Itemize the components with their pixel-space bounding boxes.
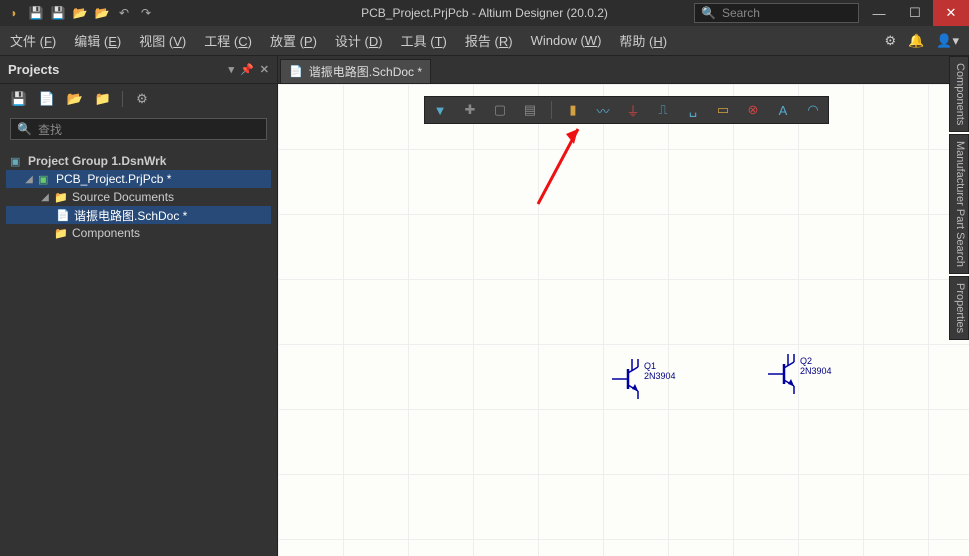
menu-file[interactable]: 文件 (F) xyxy=(10,31,56,50)
selection-icon[interactable]: ▢ xyxy=(491,101,509,119)
place-port-icon[interactable]: ▭ xyxy=(714,101,732,119)
folder-link-icon[interactable]: 📂 xyxy=(66,90,84,108)
folder-icon: 📁 xyxy=(54,191,68,204)
user-menu-icon[interactable]: 👤▾ xyxy=(936,33,959,49)
tab-manufacturer-search[interactable]: Manufacturer Part Search xyxy=(949,134,969,274)
place-gnd-icon[interactable]: ⏚ xyxy=(624,101,642,119)
save-project-icon[interactable]: 💾 xyxy=(10,90,28,108)
active-bar-toolbar: ▼ ✚ ▢ ▤ ▮ 〰 ⏚ ⎍ ␣ ▭ ⊗ A ◠ xyxy=(424,96,829,124)
menu-bar: 文件 (F) 编辑 (E) 视图 (V) 工程 (C) 放置 (P) 设计 (D… xyxy=(0,26,969,56)
projects-toolbar: 💾 📄 📂 📁 ⚙ xyxy=(0,84,277,114)
projects-search-placeholder: 查找 xyxy=(38,121,62,138)
menu-tools[interactable]: 工具 (T) xyxy=(401,31,447,50)
app-logo-icon: ◗ xyxy=(6,5,22,21)
place-arc-icon[interactable]: ◠ xyxy=(804,101,822,119)
right-dock-tabs: Components Manufacturer Part Search Prop… xyxy=(949,56,969,342)
projects-header: Projects ▾ 📌 ✕ xyxy=(0,56,277,84)
projects-panel: Projects ▾ 📌 ✕ 💾 📄 📂 📁 ⚙ 🔍 查找 ▣ Project … xyxy=(0,56,278,556)
workspace-icon: ▣ xyxy=(10,155,24,168)
expand-icon[interactable]: ◢ xyxy=(40,192,50,203)
tab-label: 谐振电路图.SchDoc * xyxy=(309,63,422,80)
compile-icon[interactable]: 📄 xyxy=(38,90,56,108)
tree-workspace[interactable]: ▣ Project Group 1.DsnWrk xyxy=(6,152,271,170)
panel-close-icon[interactable]: ✕ xyxy=(260,63,269,76)
menu-project[interactable]: 工程 (C) xyxy=(204,31,252,50)
title-bar: ◗ 💾 💾 📂 📂 ↶ ↷ PCB_Project.PrjPcb - Altiu… xyxy=(0,0,969,26)
tab-properties[interactable]: Properties xyxy=(949,276,969,340)
settings-icon[interactable]: ⚙ xyxy=(884,33,896,49)
divider xyxy=(551,101,552,119)
projects-tree: ▣ Project Group 1.DsnWrk ◢ ▣ PCB_Project… xyxy=(0,144,277,250)
projects-title: Projects xyxy=(8,62,59,77)
tree-folder-components[interactable]: ◢ 📁 Components xyxy=(6,224,271,242)
menu-place[interactable]: 放置 (P) xyxy=(270,31,317,50)
save-icon[interactable]: 💾 xyxy=(28,5,44,21)
maximize-button[interactable]: ☐ xyxy=(897,0,933,26)
menu-report[interactable]: 报告 (R) xyxy=(465,31,513,50)
divider xyxy=(122,91,123,107)
component-q2-label: Q2 2N3904 xyxy=(800,356,832,376)
tree-folder-source[interactable]: ◢ 📁 Source Documents xyxy=(6,188,271,206)
panel-dropdown-icon[interactable]: ▾ xyxy=(229,63,235,76)
tab-schematic[interactable]: 📄 谐振电路图.SchDoc * xyxy=(280,59,431,83)
search-icon: 🔍 xyxy=(17,122,32,136)
place-noerc-icon[interactable]: ⊗ xyxy=(744,101,762,119)
component-q1-label: Q1 2N3904 xyxy=(644,361,676,381)
place-part-icon[interactable]: ▮ xyxy=(564,101,582,119)
save-all-icon[interactable]: 💾 xyxy=(50,5,66,21)
redo-icon[interactable]: ↷ xyxy=(138,5,154,21)
menu-design[interactable]: 设计 (D) xyxy=(335,31,383,50)
window-controls: — ☐ ✕ xyxy=(861,0,969,26)
search-placeholder: Search xyxy=(722,6,760,20)
undo-icon[interactable]: ↶ xyxy=(116,5,132,21)
search-icon: 🔍 xyxy=(701,6,716,20)
tree-project[interactable]: ◢ ▣ PCB_Project.PrjPcb * xyxy=(6,170,271,188)
move-icon[interactable]: ✚ xyxy=(461,101,479,119)
panel-pin-icon[interactable]: 📌 xyxy=(240,63,254,76)
place-power-icon[interactable]: ⎍ xyxy=(654,101,672,119)
schematic-canvas[interactable]: ▼ ✚ ▢ ▤ ▮ 〰 ⏚ ⎍ ␣ ▭ ⊗ A ◠ xyxy=(278,84,969,556)
open-folder-icon[interactable]: 📂 xyxy=(72,5,88,21)
document-tabs: 📄 谐振电路图.SchDoc * xyxy=(278,56,969,84)
menu-view[interactable]: 视图 (V) xyxy=(139,31,186,50)
global-search-input[interactable]: 🔍 Search xyxy=(694,3,859,23)
notifications-icon[interactable]: 🔔 xyxy=(908,33,924,49)
menu-help[interactable]: 帮助 (H) xyxy=(619,31,667,50)
projects-search-input[interactable]: 🔍 查找 xyxy=(10,118,267,140)
tab-components[interactable]: Components xyxy=(949,56,969,132)
quick-access-toolbar: ◗ 💾 💾 📂 📂 ↶ ↷ xyxy=(0,5,154,21)
folder-icon: 📁 xyxy=(54,227,68,240)
close-button[interactable]: ✕ xyxy=(933,0,969,26)
place-text-icon[interactable]: A xyxy=(774,101,792,119)
window-title: PCB_Project.PrjPcb - Altium Designer (20… xyxy=(361,6,608,20)
project-icon: ▣ xyxy=(38,173,52,186)
schematic-doc-icon: 📄 xyxy=(56,209,70,222)
menu-window[interactable]: Window (W) xyxy=(531,33,602,48)
project-settings-icon[interactable]: ⚙ xyxy=(133,90,151,108)
filter-icon[interactable]: ▼ xyxy=(431,101,449,119)
tree-doc-schematic[interactable]: 📄 谐振电路图.SchDoc * xyxy=(6,206,271,224)
folder-add-icon[interactable]: 📁 xyxy=(94,90,112,108)
schematic-doc-icon: 📄 xyxy=(289,65,303,78)
grid xyxy=(278,84,969,556)
place-wire-icon[interactable]: 〰 xyxy=(594,101,612,119)
expand-icon[interactable]: ◢ xyxy=(24,174,34,185)
menu-edit[interactable]: 编辑 (E) xyxy=(74,31,121,50)
editor-area: 📄 谐振电路图.SchDoc * ▼ ✚ ▢ ▤ ▮ 〰 ⏚ ⎍ ␣ ▭ ⊗ A xyxy=(278,56,969,556)
place-net-icon[interactable]: ␣ xyxy=(684,101,702,119)
align-icon[interactable]: ▤ xyxy=(521,101,539,119)
minimize-button[interactable]: — xyxy=(861,0,897,26)
open-project-icon[interactable]: 📂 xyxy=(94,5,110,21)
